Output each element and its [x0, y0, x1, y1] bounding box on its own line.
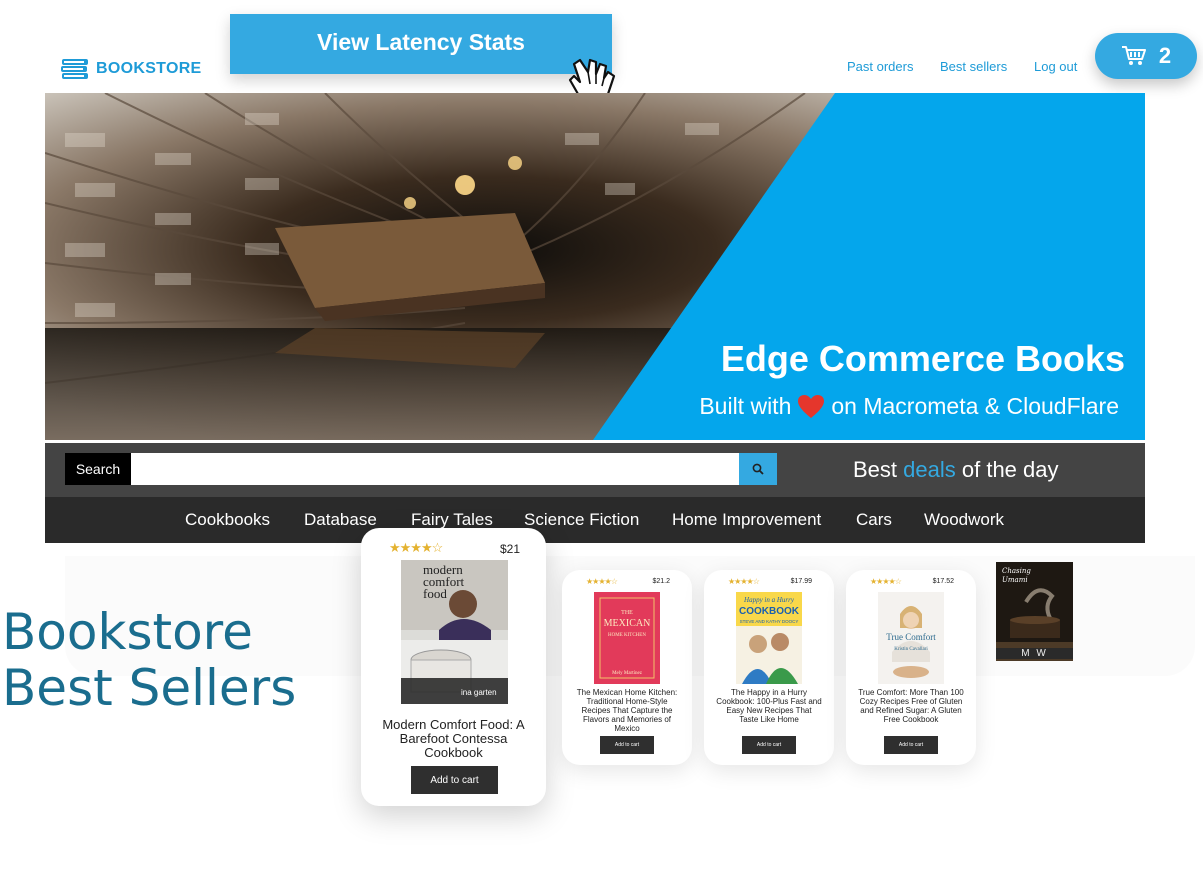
cover-text-line-3: STEVE AND KATHY DOOCY — [740, 619, 799, 624]
cover-text-line-2: MEXICAN — [604, 618, 651, 629]
search-bar: Search Best deals of the day — [45, 443, 1145, 497]
category-home-improvement[interactable]: Home Improvement — [672, 510, 821, 530]
book-title[interactable]: Modern Comfort Food: A Barefoot Contessa… — [376, 718, 531, 760]
book-cover-image: modern comfort food ina garten — [401, 560, 508, 704]
book-price: $21 — [499, 542, 520, 556]
rating-stars: ★★★★☆ — [389, 540, 443, 555]
add-to-cart-button[interactable]: Add to cart — [600, 736, 654, 754]
book-cover-partial[interactable]: Chasing Umami M W — [996, 562, 1073, 661]
deals-highlight: deals — [903, 457, 956, 482]
book-card[interactable]: ★★★★☆ $21.2 THE MEXICAN HOME KITCHEN Mel… — [562, 570, 692, 765]
hero-subtitle-suffix: on Macrometa & CloudFlare — [831, 393, 1119, 419]
view-latency-stats-button[interactable]: View Latency Stats — [230, 14, 612, 74]
category-cookbooks[interactable]: Cookbooks — [185, 510, 270, 530]
section-title-line-2: Best Sellers — [2, 659, 297, 717]
search-input[interactable] — [131, 453, 739, 485]
section-title: Bookstore Best Sellers — [2, 604, 296, 716]
deals-suffix: of the day — [961, 457, 1059, 482]
cover-text-line-1: THE — [621, 610, 633, 616]
cover-text-line-1: Chasing — [1002, 567, 1031, 575]
cart-count: 2 — [1158, 43, 1172, 68]
search-icon — [752, 463, 764, 475]
add-to-cart-button[interactable]: Add to cart — [411, 766, 498, 794]
book-price: $17.52 — [932, 578, 954, 585]
book-price: $17.99 — [790, 578, 812, 585]
cover-text-line-3: food — [423, 586, 447, 601]
cover-author: Kristin Cavallari — [894, 647, 928, 652]
book-cover-image: THE MEXICAN HOME KITCHEN Mely Martínez — [594, 592, 660, 684]
deals-heading: Best deals of the day — [853, 457, 1059, 483]
category-fairy-tales[interactable]: Fairy Tales — [411, 510, 493, 530]
book-title[interactable]: True Comfort: More Than 100 Cozy Recipes… — [858, 688, 964, 724]
rating-stars: ★★★★☆ — [728, 577, 760, 586]
book-title[interactable]: The Mexican Home Kitchen: Traditional Ho… — [574, 688, 680, 733]
search-label: Search — [65, 453, 131, 485]
hero-subtitle: Built with on Macrometa & CloudFlare — [699, 393, 1119, 420]
book-price: $21.2 — [652, 578, 670, 585]
nav-log-out[interactable]: Log out — [1034, 59, 1077, 74]
book-card[interactable]: ★★★★☆ $21 modern comfort food ina garten… — [361, 528, 546, 806]
category-database[interactable]: Database — [304, 510, 377, 530]
book-card[interactable]: ★★★★☆ $17.99 Happy in a Hurry COOKBOOK S… — [704, 570, 834, 765]
cover-text-line-2: Umami — [1002, 576, 1028, 584]
logo-text: BOOKSTORE — [96, 60, 202, 77]
search-button[interactable] — [739, 453, 777, 485]
shopping-cart-icon — [1121, 46, 1146, 65]
book-card[interactable]: ★★★★☆ $17.52 True Comfort Kristin Cavall… — [846, 570, 976, 765]
category-nav: Cookbooks Database Fairy Tales Science F… — [45, 497, 1145, 543]
section-title-line-1: Bookstore — [2, 603, 253, 661]
hero-title: Edge Commerce Books — [720, 338, 1125, 379]
nav-best-sellers[interactable]: Best sellers — [940, 59, 1007, 74]
heart-icon — [798, 394, 825, 418]
cover-text-line-2: COOKBOOK — [739, 606, 800, 617]
book-cover-image: Happy in a Hurry COOKBOOK STEVE AND KATH… — [736, 592, 802, 684]
book-cover-image: True Comfort Kristin Cavallari — [878, 592, 944, 684]
bookstore-logo[interactable]: BOOKSTORE — [60, 55, 202, 83]
cover-text-line-1: Happy in a Hurry — [743, 596, 795, 604]
add-to-cart-button[interactable]: Add to cart — [742, 736, 796, 754]
cover-author: Mely Martínez — [612, 671, 643, 676]
cover-author: M W — [996, 648, 1073, 659]
category-science-fiction[interactable]: Science Fiction — [524, 510, 639, 530]
cover-author: ina garten — [461, 688, 497, 697]
category-woodwork[interactable]: Woodwork — [924, 510, 1004, 530]
books-stack-icon — [61, 59, 88, 79]
nav-past-orders[interactable]: Past orders — [847, 59, 913, 74]
book-title[interactable]: The Happy in a Hurry Cookbook: 100-Plus … — [716, 688, 822, 724]
rating-stars: ★★★★☆ — [586, 577, 618, 586]
bookstore-tunnel-image — [45, 93, 1145, 440]
deals-prefix: Best — [853, 457, 898, 482]
cover-text-line-3: HOME KITCHEN — [608, 633, 646, 638]
rating-stars: ★★★★☆ — [870, 577, 902, 586]
cart-button[interactable]: 2 — [1095, 33, 1197, 79]
cover-text-line-1: True Comfort — [886, 632, 936, 642]
hero-subtitle-prefix: Built with — [699, 393, 792, 419]
cover-title: Chasing Umami — [1002, 567, 1031, 585]
category-cars[interactable]: Cars — [856, 510, 892, 530]
hero-banner: Edge Commerce Books Built with on Macrom… — [45, 93, 1145, 440]
add-to-cart-button[interactable]: Add to cart — [884, 736, 938, 754]
